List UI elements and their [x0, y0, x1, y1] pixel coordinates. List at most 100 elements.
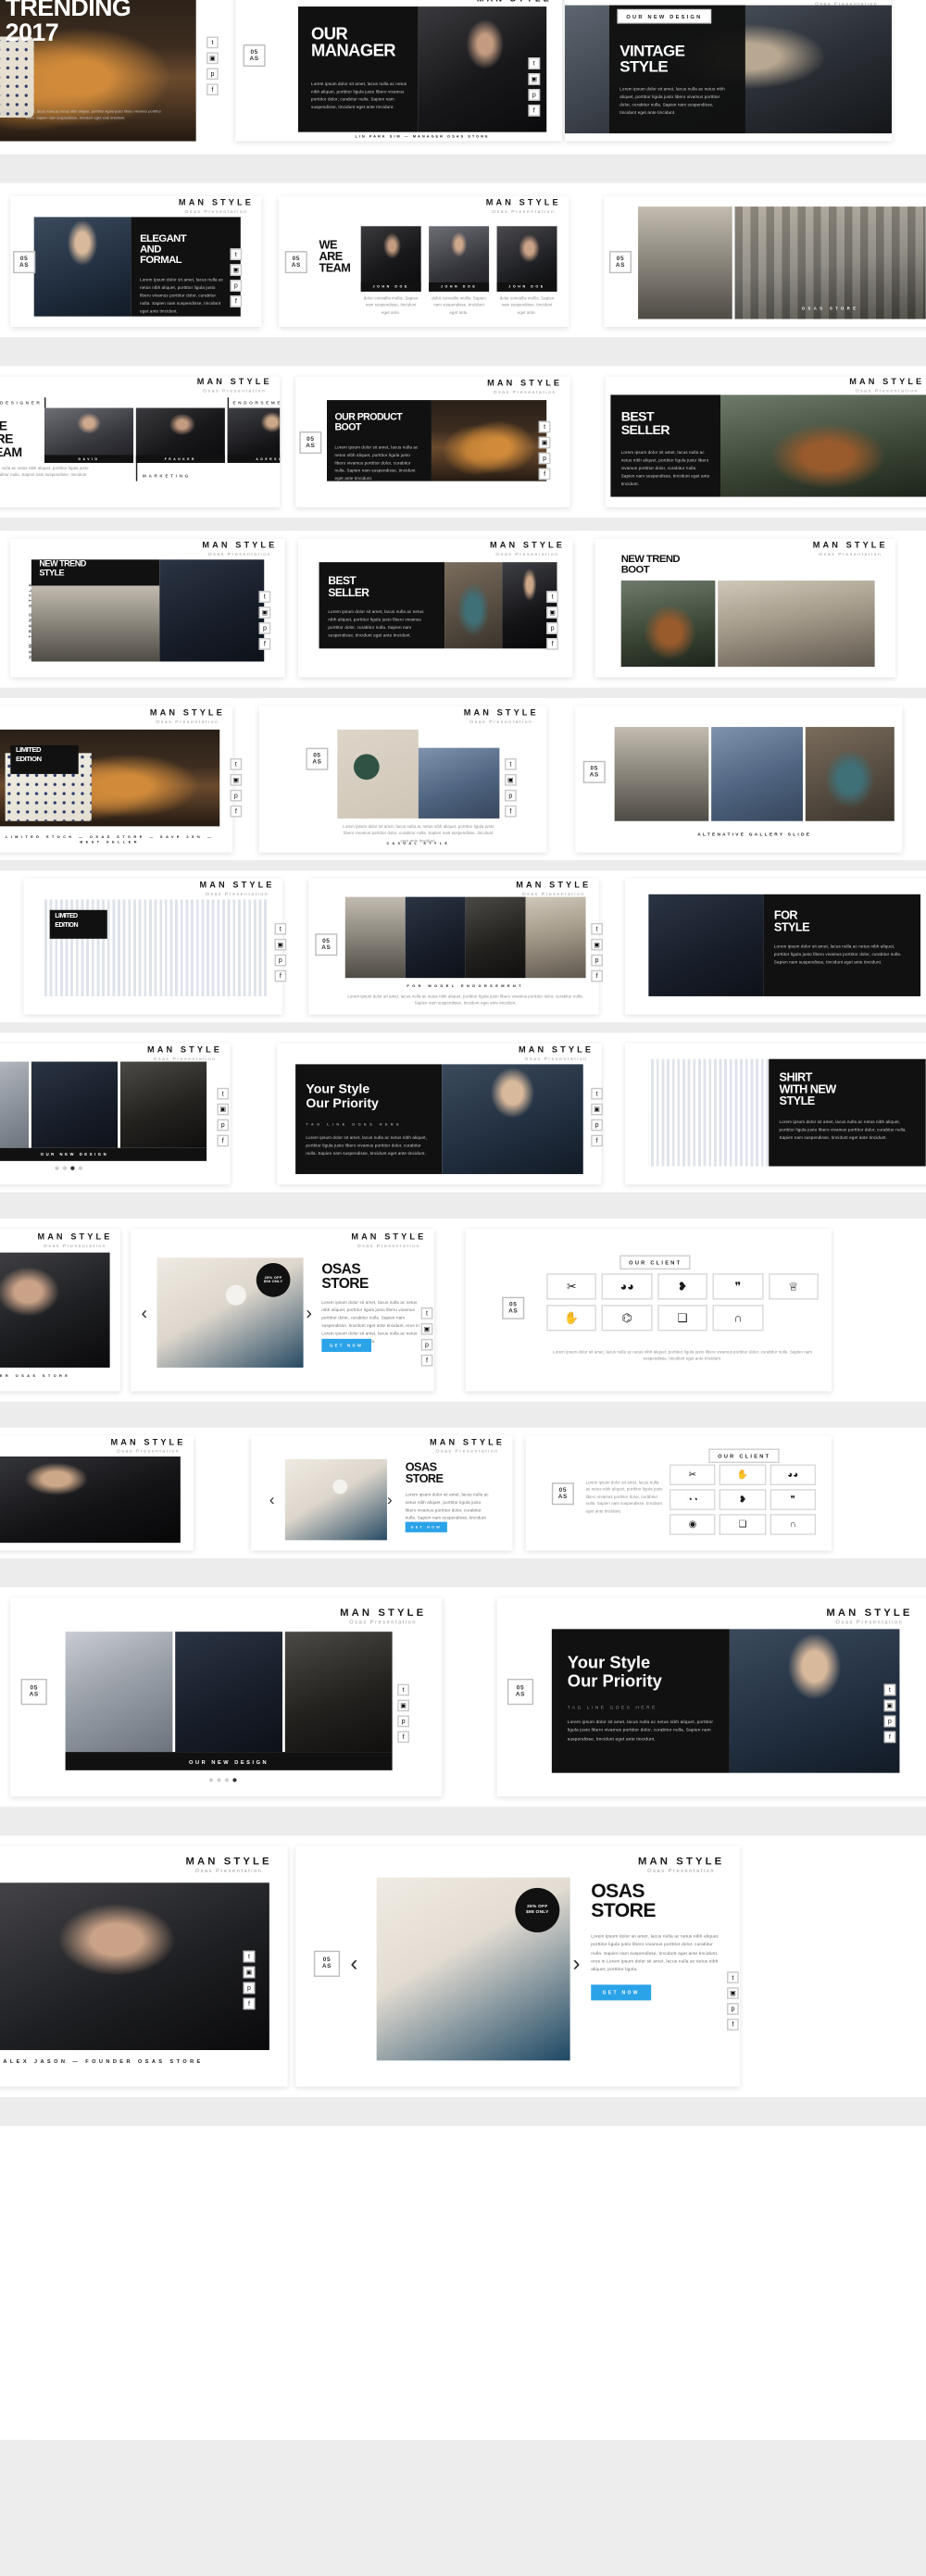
instagram-icon[interactable]: ▣ [546, 606, 558, 619]
pinterest-icon[interactable]: p [591, 1119, 603, 1132]
twitter-icon[interactable]: t [591, 1087, 603, 1100]
slide-trending[interactable]: TRENDING 2017 Lorem ipsum dolor sit amet… [0, 0, 196, 142]
slide-trending-2017[interactable]: MAN STYLE Osas Presentation TRENDING 201… [0, 1435, 194, 1551]
prev-arrow-icon[interactable]: ‹ [350, 1951, 357, 1977]
pinterest-icon[interactable]: p [274, 954, 287, 967]
slide-osas-store-2[interactable]: MAN STYLE Osas Presentation OSAS STORE L… [251, 1435, 513, 1551]
slide-new-trend-boot[interactable]: NEW TREND BOOT MAN STYLE Osas Presentati… [594, 538, 896, 678]
twitter-icon[interactable]: t [206, 36, 219, 49]
slide-best-seller-1[interactable]: MAN STYLE Osas Presentation BEST SELLER … [605, 376, 926, 507]
facebook-icon[interactable]: f [397, 1731, 409, 1744]
social-rail-12[interactable]: t ▣ p f [217, 1087, 230, 1147]
slide-our-product-boot[interactable]: MAN STYLE Osas Presentation 05 AS OUR PR… [295, 376, 570, 507]
slide-your-style-priority-2[interactable]: MAN STYLE Osas Presentation 05 AS Your S… [496, 1597, 926, 1797]
pinterest-icon[interactable]: p [230, 789, 243, 802]
pinterest-icon[interactable]: p [243, 1982, 256, 1995]
dot-1[interactable] [208, 1778, 214, 1782]
social-rail-14[interactable]: t ▣ p f [420, 1307, 433, 1367]
drop-icon[interactable]: ❥ [720, 1489, 766, 1510]
facebook-icon[interactable]: f [505, 805, 517, 818]
slide-we-are-team-4[interactable]: MAN STYLE Osas Presentation DESIGNER END… [0, 376, 281, 507]
facebook-icon[interactable]: f [883, 1731, 896, 1744]
crown-icon[interactable]: ♕ [768, 1273, 819, 1300]
instagram-icon[interactable]: ▣ [258, 606, 271, 619]
social-rail-16[interactable]: t ▣ p f [883, 1683, 896, 1744]
hand-icon[interactable]: ✋ [720, 1464, 766, 1486]
facebook-icon[interactable]: f [230, 805, 243, 818]
facebook-icon[interactable]: f [538, 468, 551, 481]
twitter-icon[interactable]: t [230, 757, 243, 770]
glasses-icon[interactable]: ◕◕ [602, 1273, 653, 1300]
dot-2[interactable] [217, 1778, 221, 1782]
facebook-icon[interactable]: f [230, 295, 243, 307]
twitter-icon[interactable]: t [546, 591, 558, 603]
carousel-dots-big[interactable] [208, 1778, 237, 1782]
social-rail-18[interactable]: t ▣ p f [727, 1971, 739, 2031]
social-rail-9[interactable]: t ▣ p f [505, 757, 517, 818]
pinterest-icon[interactable]: p [546, 622, 558, 634]
dot-4[interactable] [232, 1778, 237, 1782]
social-rail-7[interactable]: t ▣ p f [546, 591, 558, 650]
facebook-icon[interactable]: f [206, 83, 219, 96]
get-now-button-big[interactable]: GET NOW [591, 1984, 652, 2001]
dot-3[interactable] [70, 1166, 75, 1170]
instagram-icon[interactable]: ▣ [243, 1966, 256, 1979]
glasses-icon[interactable]: ◕◕ [770, 1464, 817, 1486]
next-arrow-icon[interactable]: › [572, 1951, 580, 1977]
dot-4[interactable] [78, 1166, 82, 1170]
carousel-dots[interactable] [55, 1166, 82, 1170]
pinterest-icon[interactable]: p [217, 1119, 230, 1132]
pinterest-icon[interactable]: p [727, 2003, 739, 2015]
facebook-icon[interactable]: f [727, 2019, 739, 2031]
slide-osas-store-1[interactable]: MAN STYLE Osas Presentation 25% OFF $98 … [131, 1229, 434, 1392]
slide-vintage-style[interactable]: OUR NEW DESIGN VINTAGE STYLE Lorem ipsum… [564, 0, 892, 142]
social-rail-1[interactable]: t ▣ p f [206, 36, 219, 96]
bulb-icon[interactable]: ◉ [669, 1514, 716, 1535]
dot-3[interactable] [224, 1778, 230, 1782]
facebook-icon[interactable]: f [591, 969, 603, 982]
drop-icon[interactable]: ❥ [657, 1273, 708, 1300]
scissors-icon[interactable]: ✂ [546, 1273, 597, 1300]
instagram-icon[interactable]: ▣ [397, 1699, 409, 1712]
slide-we-are-team-3[interactable]: MAN STYLE Osas Presentation 05 AS WE ARE… [278, 195, 569, 327]
slide-four-model[interactable]: MAN STYLE Osas Presentation 05 AS FOR MO… [308, 878, 599, 1015]
eyewear-icon[interactable]: ◔◔ [669, 1489, 716, 1510]
pinterest-icon[interactable]: p [206, 68, 219, 81]
jacket-icon[interactable]: ⌬ [602, 1305, 653, 1332]
pinterest-icon[interactable]: p [258, 622, 271, 634]
instagram-icon[interactable]: ▣ [591, 938, 603, 951]
next-arrow-icon[interactable]: › [306, 1302, 312, 1323]
facebook-icon[interactable]: f [274, 969, 287, 982]
slide-our-client-1[interactable]: 05 AS OUR CLIENT ✂ ◕◕ ❥ ❞ ♕ ✋ ⌬ ❏ ∩ Lore… [465, 1229, 832, 1392]
facebook-icon[interactable]: f [591, 1134, 603, 1147]
instagram-icon[interactable]: ▣ [528, 73, 541, 85]
twitter-icon[interactable]: t [258, 591, 271, 603]
twitter-icon[interactable]: t [217, 1087, 230, 1100]
facebook-icon[interactable]: f [243, 1997, 256, 2010]
slide-street-rack[interactable]: 05 AS OSAS STORE [604, 195, 926, 327]
slide-our-new-design-3[interactable]: MAN STYLE Osas Presentation OUR NEW DESI… [0, 1043, 231, 1185]
see-more-button[interactable]: GET NOW [321, 1338, 372, 1353]
instagram-icon[interactable]: ▣ [591, 1103, 603, 1116]
scissors-icon[interactable]: ✂ [669, 1464, 716, 1486]
social-rail-3[interactable]: t ▣ p f [230, 248, 243, 307]
slide-your-style-priority-1[interactable]: MAN STYLE Osas Presentation Your Style O… [277, 1043, 602, 1185]
slide-best-seller-2[interactable]: MAN STYLE Osas Presentation BEST SELLER … [297, 538, 573, 678]
pinterest-icon[interactable]: p [883, 1715, 896, 1728]
social-rail-13[interactable]: t ▣ p f [591, 1087, 603, 1147]
headphone-icon[interactable]: ∩ [712, 1305, 764, 1332]
facebook-icon[interactable]: f [258, 638, 271, 650]
slide-shirt-with-new-style[interactable]: SHIRT WITH NEW STYLE Lorem ipsum dolor s… [624, 1043, 926, 1185]
twitter-icon[interactable]: t [538, 420, 551, 433]
window-icon[interactable]: ❏ [720, 1514, 766, 1535]
twitter-icon[interactable]: t [243, 1950, 256, 1963]
pinterest-icon[interactable]: p [528, 89, 541, 101]
slide-our-new-design-big[interactable]: MAN STYLE Osas Presentation 05 AS OUR NE… [10, 1597, 443, 1797]
social-rail-11[interactable]: t ▣ p f [591, 922, 603, 982]
headphone-icon[interactable]: ∩ [770, 1514, 817, 1535]
pinterest-icon[interactable]: p [505, 789, 517, 802]
instagram-icon[interactable]: ▣ [206, 52, 219, 65]
prev-arrow-icon[interactable]: ‹ [269, 1491, 275, 1509]
twitter-icon[interactable]: t [505, 757, 517, 770]
window-icon[interactable]: ❏ [657, 1305, 708, 1332]
